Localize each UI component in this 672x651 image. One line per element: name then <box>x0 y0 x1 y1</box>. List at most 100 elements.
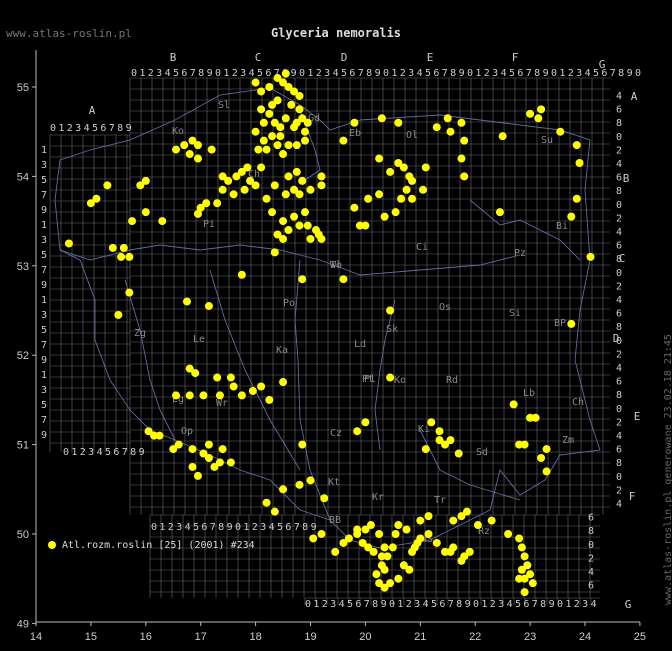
side-digit: 8 <box>616 186 622 197</box>
bottom-digit: 7 <box>294 522 300 533</box>
y-tick-label: 53 <box>17 261 29 273</box>
left-digit: 1 <box>41 145 47 156</box>
top-digit: 4 <box>501 68 507 79</box>
region-code: Ka <box>276 345 288 356</box>
bottom-digit-b: 4 <box>423 599 429 610</box>
top-digit: 8 <box>534 68 540 79</box>
bottom-digit-b: 3 <box>582 599 588 610</box>
occurrence-point <box>457 154 466 163</box>
top-digit: 3 <box>240 68 246 79</box>
occurrence-point <box>457 118 466 127</box>
occurrence-point <box>279 217 288 226</box>
y-tick-label: 49 <box>17 618 29 630</box>
occurrence-point <box>317 181 326 190</box>
occurrence-point <box>213 199 222 208</box>
occurrence-point <box>317 234 326 243</box>
occurrence-point <box>155 431 164 440</box>
top-digit: 7 <box>526 68 532 79</box>
occurrence-point <box>207 145 216 154</box>
occurrence-point <box>320 494 329 503</box>
left-digit: 9 <box>41 430 47 441</box>
side-digit: 0 <box>588 540 594 551</box>
top-digit: 9 <box>291 68 297 79</box>
bottom-digit-a: 1 <box>71 447 77 458</box>
top-digit: 0 <box>551 68 557 79</box>
occurrence-point <box>279 485 288 494</box>
occurrence-point <box>402 525 411 534</box>
bottom-digit-b: 2 <box>490 599 496 610</box>
occurrence-point <box>339 275 348 284</box>
top-digit: 0 <box>467 68 473 79</box>
bottom-digit-b: 9 <box>549 599 555 610</box>
occurrence-point <box>460 136 469 145</box>
x-tick-label: 22 <box>469 631 481 643</box>
occurrence-point <box>331 547 340 556</box>
occurrence-point <box>377 114 386 123</box>
occurrence-point <box>460 172 469 181</box>
occurrence-point <box>204 302 213 311</box>
top-digit: 7 <box>442 68 448 79</box>
bottom-digit-b: 0 <box>305 599 311 610</box>
occurrence-point <box>265 395 274 404</box>
occurrence-point <box>386 579 395 588</box>
occurrence-point <box>218 445 227 454</box>
side-digit: 8 <box>616 118 622 129</box>
occurrence-point <box>268 100 277 109</box>
bottom-digit-a: 4 <box>97 447 103 458</box>
side-digit: 0 <box>616 336 622 347</box>
occurrence-point <box>191 369 200 378</box>
top-digit: 5 <box>593 68 599 79</box>
bottom-digit-b: 6 <box>523 599 529 610</box>
region-code: Cz <box>330 428 342 439</box>
occurrence-point <box>317 172 326 181</box>
bottom-digit-a: 2 <box>80 447 86 458</box>
left-digit: 9 <box>41 355 47 366</box>
occurrence-point <box>215 458 224 467</box>
top-digit-a: 8 <box>117 123 123 134</box>
occurrence-point <box>408 194 417 203</box>
occurrence-point <box>515 534 524 543</box>
bottom-digit-b: 5 <box>431 599 437 610</box>
bottom-digit-b: 2 <box>322 599 328 610</box>
top-digit: 4 <box>249 68 255 79</box>
side-digit: 2 <box>616 145 622 156</box>
column-letter: E <box>427 51 434 64</box>
occurrence-point <box>306 476 315 485</box>
top-digit: 2 <box>232 68 238 79</box>
bottom-digit: 6 <box>285 522 291 533</box>
region-code: Ld <box>354 339 366 350</box>
legend-label: Atl.rozm.roslin [25] (2001) #234 <box>62 540 255 551</box>
occurrence-point <box>394 521 403 530</box>
occurrence-point <box>103 181 112 190</box>
region-code: Os <box>439 302 451 313</box>
occurrence-point <box>108 243 117 252</box>
top-digit: 2 <box>400 68 406 79</box>
occurrence-point <box>509 400 518 409</box>
row-letter: B <box>623 172 630 185</box>
side-digit: 8 <box>616 254 622 265</box>
side-digit: 4 <box>616 91 622 102</box>
region-code: Wr <box>216 398 228 409</box>
occurrence-point <box>279 234 288 243</box>
occurrence-point <box>193 209 202 218</box>
occurrence-point <box>262 145 271 154</box>
occurrence-point <box>388 543 397 552</box>
occurrence-point <box>301 208 310 217</box>
occurrence-point <box>268 132 277 141</box>
left-digit: 7 <box>41 415 47 426</box>
occurrence-point <box>295 221 304 230</box>
left-digit: 7 <box>41 265 47 276</box>
region-code: Kr <box>372 492 384 503</box>
occurrence-point <box>419 185 428 194</box>
region-code: Ki <box>418 424 430 435</box>
occurrence-point <box>416 534 425 543</box>
top-digit: 5 <box>509 68 515 79</box>
region-code: Le <box>193 334 205 345</box>
top-digit: 5 <box>257 68 263 79</box>
occurrence-point <box>257 87 266 96</box>
occurrence-point <box>259 136 268 145</box>
occurrence-point <box>361 418 370 427</box>
occurrence-point <box>251 181 260 190</box>
top-digit: 5 <box>341 68 347 79</box>
x-tick-label: 21 <box>414 631 426 643</box>
